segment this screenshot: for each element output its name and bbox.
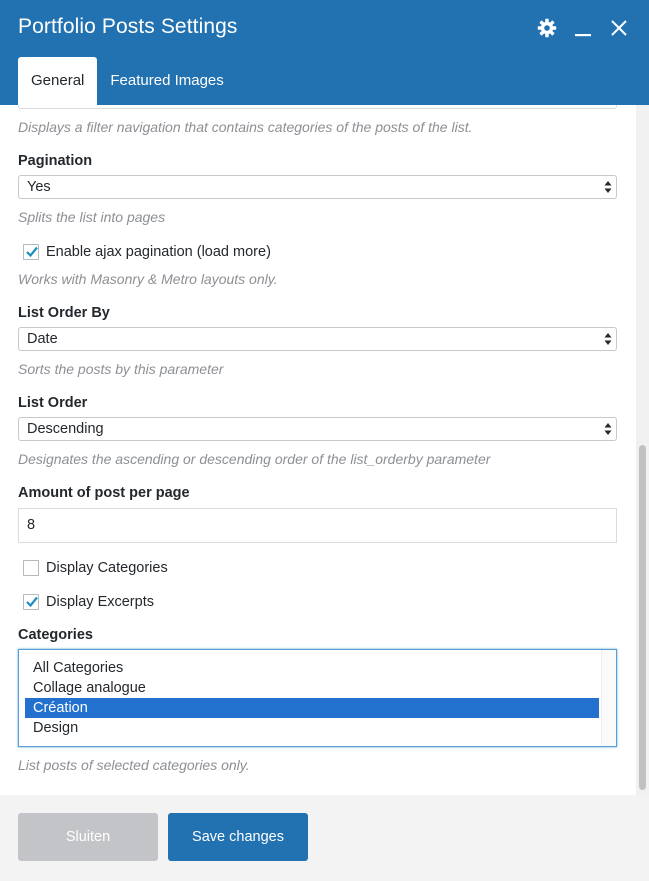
check-icon xyxy=(26,246,38,258)
ajax-label: Enable ajax pagination (load more) xyxy=(46,244,271,260)
modal-title: Portfolio Posts Settings xyxy=(18,15,238,38)
gear-icon[interactable] xyxy=(537,18,557,38)
filter-field-bottom xyxy=(18,105,617,109)
scrollbar-thumb[interactable] xyxy=(639,445,646,790)
save-button[interactable]: Save changes xyxy=(168,813,308,861)
list-item-selected[interactable]: Création xyxy=(25,698,599,718)
order-by-description: Sorts the posts by this parameter xyxy=(18,361,224,377)
content-scrollbar[interactable] xyxy=(636,105,649,795)
display-categories-toggle[interactable]: Display Categories xyxy=(23,560,168,576)
modal-footer: Sluiten Save changes xyxy=(0,795,649,881)
display-excerpts-label: Display Excerpts xyxy=(46,594,154,610)
list-item[interactable]: Collage analogue xyxy=(25,678,599,698)
pagination-value: Yes xyxy=(27,179,51,195)
check-icon xyxy=(26,596,38,608)
select-arrows-icon xyxy=(604,423,612,435)
display-excerpts-toggle[interactable]: Display Excerpts xyxy=(23,594,154,610)
order-label: List Order xyxy=(18,395,88,411)
pagination-description: Splits the list into pages xyxy=(18,209,166,225)
categories-listbox[interactable]: All Categories Collage analogue Création… xyxy=(18,649,617,747)
modal-header: Portfolio Posts Settings General Feature… xyxy=(0,0,649,105)
amount-input[interactable]: 8 xyxy=(18,508,617,543)
select-arrows-icon xyxy=(604,181,612,193)
list-item[interactable]: Design xyxy=(25,718,599,738)
tab-featured-images[interactable]: Featured Images xyxy=(97,57,236,105)
pagination-label: Pagination xyxy=(18,153,93,169)
order-value: Descending xyxy=(27,421,104,437)
pagination-select[interactable]: Yes xyxy=(18,175,617,199)
tab-bar: General Featured Images xyxy=(18,57,237,105)
filter-description: Displays a filter navigation that contai… xyxy=(18,119,473,135)
ajax-checkbox[interactable] xyxy=(23,244,39,260)
display-categories-label: Display Categories xyxy=(46,560,168,576)
order-by-select[interactable]: Date xyxy=(18,327,617,351)
display-categories-checkbox[interactable] xyxy=(23,560,39,576)
order-description: Designates the ascending or descending o… xyxy=(18,451,491,467)
order-by-value: Date xyxy=(27,331,58,347)
listbox-scrollbar[interactable] xyxy=(601,650,616,746)
amount-label: Amount of post per page xyxy=(18,485,190,501)
ajax-pagination-toggle[interactable]: Enable ajax pagination (load more) xyxy=(23,244,271,260)
display-excerpts-checkbox[interactable] xyxy=(23,594,39,610)
categories-label: Categories xyxy=(18,627,93,643)
tab-general[interactable]: General xyxy=(18,57,98,105)
list-item[interactable]: All Categories xyxy=(25,658,599,678)
settings-content: Displays a filter navigation that contai… xyxy=(0,105,636,795)
close-button[interactable]: Sluiten xyxy=(18,813,158,861)
header-icons xyxy=(537,18,629,38)
select-arrows-icon xyxy=(604,333,612,345)
order-by-label: List Order By xyxy=(18,305,110,321)
close-icon[interactable] xyxy=(609,18,629,38)
order-select[interactable]: Descending xyxy=(18,417,617,441)
ajax-description: Works with Masonry & Metro layouts only. xyxy=(18,271,278,287)
minimize-icon[interactable] xyxy=(573,18,593,38)
categories-description: List posts of selected categories only. xyxy=(18,757,250,773)
